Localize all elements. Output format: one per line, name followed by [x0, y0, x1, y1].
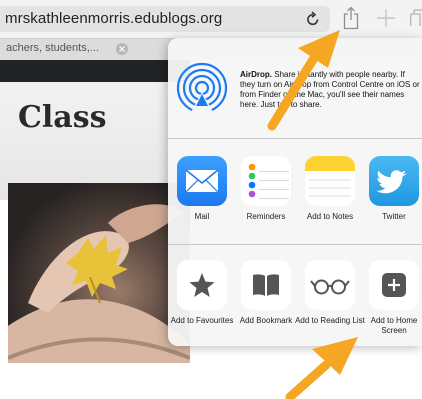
tabs-icon[interactable] [410, 9, 422, 27]
browser-toolbar: mrskathleenmorris.edublogs.org [0, 0, 422, 38]
sheet-divider [168, 244, 422, 245]
hands-leaf-photo [8, 183, 190, 363]
tab-close-icon[interactable] [116, 43, 128, 55]
url-text: mrskathleenmorris.edublogs.org [5, 10, 223, 27]
action-label: Add to Home Screen [370, 316, 418, 335]
mail-icon [177, 156, 227, 206]
arrow-to-share-icon [267, 30, 340, 131]
sheet-divider [168, 138, 422, 139]
action-label: Add Bookmark [239, 316, 293, 325]
share-app-label: Add to Notes [306, 212, 354, 221]
airdrop-icon [176, 62, 228, 114]
reminders-icon [241, 156, 291, 206]
arrow-to-home-screen [285, 337, 358, 399]
tab-title[interactable]: achers, students,... [6, 42, 99, 54]
action-label: Add to Favourites [170, 316, 234, 325]
star-icon [177, 260, 227, 310]
new-tab-icon[interactable] [376, 8, 396, 28]
page-heading: Class [18, 100, 107, 135]
share-app-label: Mail [194, 212, 210, 221]
book-icon [241, 260, 291, 310]
share-app-label: Twitter [382, 212, 406, 221]
share-app-label: Reminders [246, 212, 286, 221]
notes-icon [305, 156, 355, 206]
glasses-icon [305, 260, 355, 310]
site-header-band [0, 60, 190, 82]
action-label: Add to Reading List [295, 316, 365, 325]
twitter-icon [369, 156, 419, 206]
plus-square-icon [369, 260, 419, 310]
